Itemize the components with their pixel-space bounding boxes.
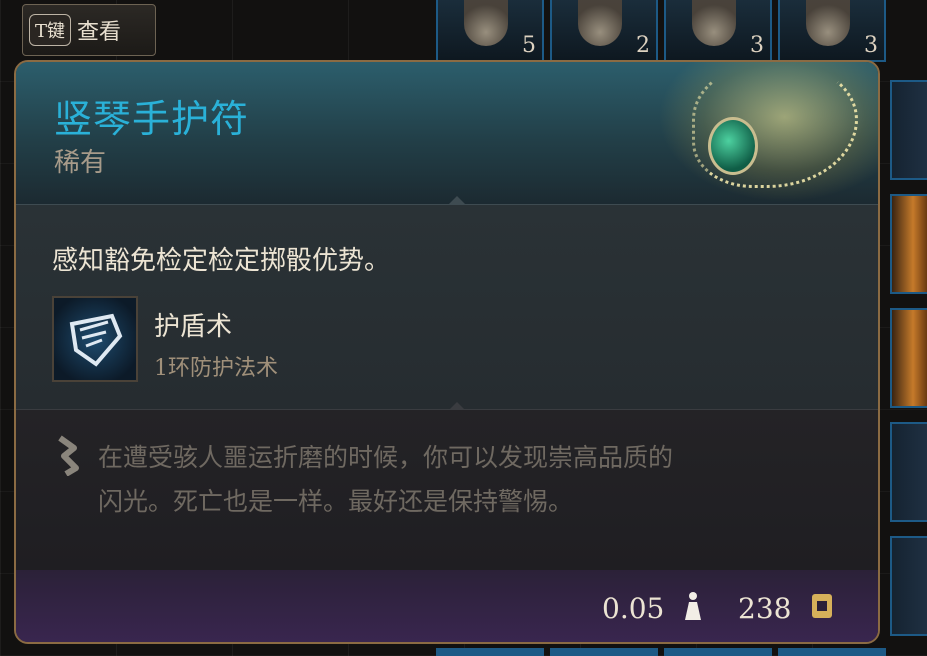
gold-coin-icon [812, 594, 832, 618]
item-rarity: 稀有 [54, 148, 107, 178]
inventory-slot[interactable]: 3 [778, 0, 886, 62]
inventory-slot[interactable]: 3 [664, 0, 772, 62]
slot-count: 2 [636, 33, 650, 58]
amulet-icon [708, 117, 758, 175]
item-effect: 感知豁免检定检定掷骰优势。 [52, 246, 391, 276]
divider-notch [449, 196, 465, 204]
inventory-slot[interactable] [550, 648, 658, 656]
item-price: 238 [738, 592, 792, 625]
inventory-slot[interactable]: 5 [436, 0, 544, 62]
lore-text: 在遭受骇人噩运折磨的时候，你可以发现崇高品质的 闪光。死亡也是一样。最好还是保持… [98, 436, 858, 524]
lore-line: 在遭受骇人噩运折磨的时候，你可以发现崇高品质的 [98, 443, 674, 472]
potion-icon [578, 0, 622, 46]
inventory-slot[interactable] [890, 536, 927, 636]
slot-count: 3 [750, 33, 764, 58]
tooltip-body [16, 204, 878, 410]
slot-count: 5 [522, 33, 536, 58]
keybind-badge: T键 [29, 14, 72, 46]
weight-icon [685, 592, 701, 620]
view-button-label: 查看 [77, 20, 122, 45]
divider [16, 204, 878, 205]
lore-line: 闪光。死亡也是一样。最好还是保持警惕。 [98, 487, 574, 516]
inventory-slot[interactable] [890, 194, 927, 294]
inventory-slot[interactable]: 2 [550, 0, 658, 62]
inventory-bottom-row [436, 648, 886, 656]
tooltip-header: 竖琴手护符 稀有 [16, 62, 878, 204]
slot-count: 3 [864, 33, 878, 58]
potion-icon [806, 0, 850, 46]
inventory-slot[interactable] [890, 80, 927, 180]
item-tooltip: 竖琴手护符 稀有 感知豁免检定检定掷骰优势。 护盾术 1环防护法术 在遭受骇人噩… [14, 60, 880, 644]
inventory-slot[interactable] [436, 648, 544, 656]
inventory-slot[interactable] [890, 422, 927, 522]
item-name: 竖琴手护符 [54, 97, 250, 141]
item-weight: 0.05 [602, 592, 665, 625]
inventory-top-row: 5 2 3 3 [436, 0, 886, 62]
spell-level: 1环防护法术 [154, 356, 278, 381]
scroll-quill-icon [58, 435, 79, 476]
potion-icon [692, 0, 736, 46]
inventory-slot[interactable] [890, 308, 927, 408]
divider [16, 409, 878, 410]
spell-name: 护盾术 [154, 312, 233, 342]
view-button[interactable]: T键 查看 [22, 4, 156, 56]
inventory-slot[interactable] [664, 648, 772, 656]
inventory-side-column [890, 80, 927, 650]
potion-icon [464, 0, 508, 46]
shield-spell-icon[interactable] [52, 296, 138, 382]
inventory-slot[interactable] [778, 648, 886, 656]
